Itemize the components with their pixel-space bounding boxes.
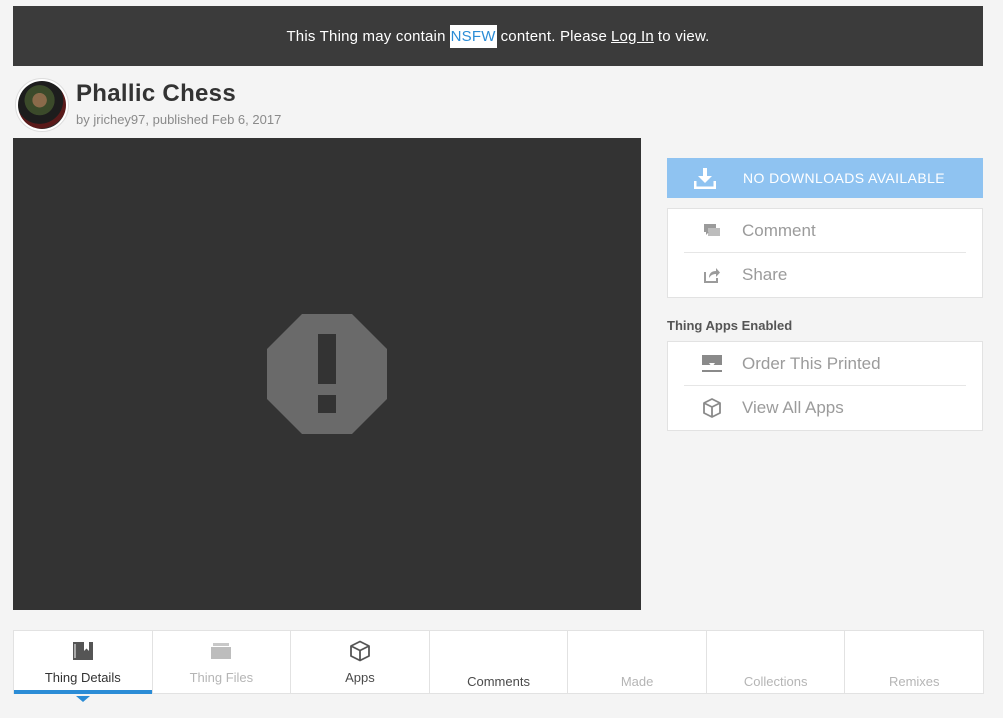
book-icon <box>72 638 94 664</box>
tab-thing-files[interactable]: Thing Files <box>153 631 292 693</box>
tab-label-thing-files: Thing Files <box>189 670 254 685</box>
printer-icon <box>682 354 742 374</box>
action-box: Comment Share <box>667 208 983 298</box>
author-avatar[interactable] <box>15 78 69 132</box>
warning-octagon-icon <box>267 314 387 434</box>
download-label: NO DOWNLOADS AVAILABLE <box>743 170 946 186</box>
tab-label-made: Made <box>620 674 654 689</box>
published-prefix: , published <box>145 112 209 127</box>
order-printed-button[interactable]: Order This Printed <box>684 342 966 386</box>
tab-comments[interactable]: Comments <box>430 631 569 693</box>
share-label: Share <box>742 265 788 284</box>
published-date: Feb 6, 2017 <box>211 112 282 127</box>
active-tab-caret <box>75 696 90 702</box>
banner-text-before: This Thing may contain <box>286 27 446 45</box>
avatar-image <box>18 81 66 129</box>
tab-label-apps: Apps <box>345 670 375 685</box>
thing-preview <box>13 138 641 610</box>
comment-label: Comment <box>742 220 816 240</box>
thing-title: Phallic Chess <box>76 80 236 107</box>
tab-made[interactable]: Made <box>568 631 707 693</box>
folder-icon <box>210 638 232 664</box>
nsfw-banner: This Thing may contain NSFW content. Ple… <box>13 6 983 66</box>
download-icon <box>667 167 743 189</box>
nsfw-tag: NSFW <box>449 24 497 48</box>
cube-icon <box>682 398 742 418</box>
comment-button[interactable]: Comment <box>684 209 966 253</box>
tab-thing-details[interactable]: Thing Details <box>14 631 153 702</box>
comment-icon <box>682 223 742 239</box>
tab-label-collections: Collections <box>743 674 808 689</box>
banner-text-after: to view. <box>657 27 710 45</box>
author-link[interactable]: jrichey97 <box>93 112 145 127</box>
banner-text-middle: content. Please <box>500 27 608 45</box>
share-button[interactable]: Share <box>684 253 966 297</box>
order-printed-label: Order This Printed <box>742 353 881 373</box>
cube-icon <box>349 638 371 664</box>
view-all-apps-button[interactable]: View All Apps <box>684 386 966 430</box>
tab-label-comments: Comments <box>467 674 530 689</box>
tab-apps[interactable]: Apps <box>291 631 430 693</box>
tab-label-remixes: Remixes <box>888 674 940 689</box>
share-icon <box>682 266 742 284</box>
by-prefix: by <box>76 112 90 127</box>
login-link[interactable]: Log In <box>611 28 654 45</box>
tab-label-thing-details: Thing Details <box>44 670 121 685</box>
byline: by jrichey97, published Feb 6, 2017 <box>76 112 281 127</box>
tab-collections[interactable]: Collections <box>707 631 846 693</box>
apps-heading: Thing Apps Enabled <box>667 318 793 333</box>
view-all-apps-label: View All Apps <box>742 398 844 417</box>
tab-remixes[interactable]: Remixes <box>845 631 983 693</box>
thing-tabs: Thing Details Thing Files Apps Comments … <box>13 630 984 702</box>
download-button[interactable]: NO DOWNLOADS AVAILABLE <box>667 158 983 198</box>
apps-box: Order This Printed View All Apps <box>667 341 983 431</box>
